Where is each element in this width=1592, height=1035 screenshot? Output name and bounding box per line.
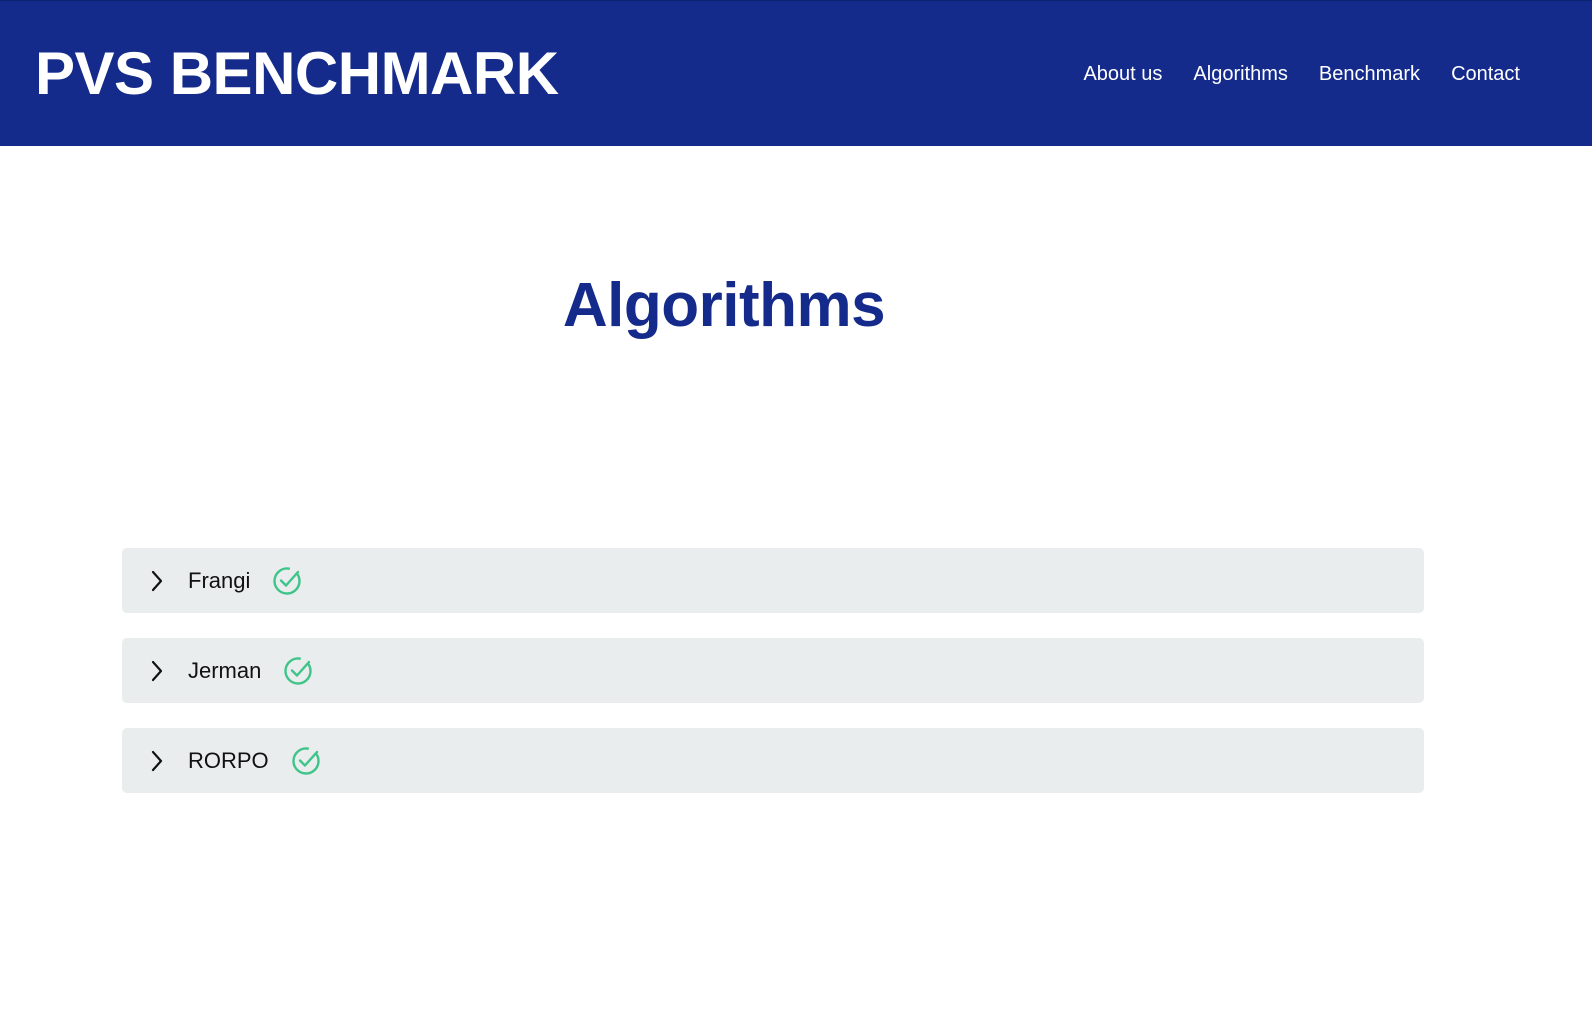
- accordion-item-frangi[interactable]: Frangi: [122, 548, 1424, 613]
- accordion-item-label: RORPO: [188, 747, 269, 773]
- chevron-right-icon[interactable]: [146, 750, 168, 772]
- accordion-item-label: Frangi: [188, 567, 251, 593]
- site-logo-text[interactable]: PVS BENCHMARK: [35, 41, 559, 107]
- algorithms-accordion: Frangi Jerman RORPO: [122, 548, 1424, 818]
- accordion-item-label: Jerman: [188, 657, 262, 683]
- chevron-right-icon[interactable]: [146, 660, 168, 682]
- site-header: PVS BENCHMARK About us Algorithms Benchm…: [0, 0, 1592, 146]
- check-circle-icon: [291, 746, 321, 776]
- accordion-item-jerman[interactable]: Jerman: [122, 638, 1424, 703]
- chevron-right-icon[interactable]: [146, 570, 168, 592]
- nav-about-us[interactable]: About us: [1083, 59, 1162, 89]
- page-title: Algorithms: [562, 271, 886, 340]
- nav-algorithms[interactable]: Algorithms: [1193, 59, 1287, 89]
- main-nav: About us Algorithms Benchmark Contact: [1083, 59, 1520, 89]
- check-circle-icon: [272, 566, 302, 596]
- nav-contact[interactable]: Contact: [1451, 59, 1520, 89]
- accordion-item-rorpo[interactable]: RORPO: [122, 728, 1424, 793]
- check-circle-icon: [283, 656, 313, 686]
- nav-benchmark[interactable]: Benchmark: [1319, 59, 1420, 89]
